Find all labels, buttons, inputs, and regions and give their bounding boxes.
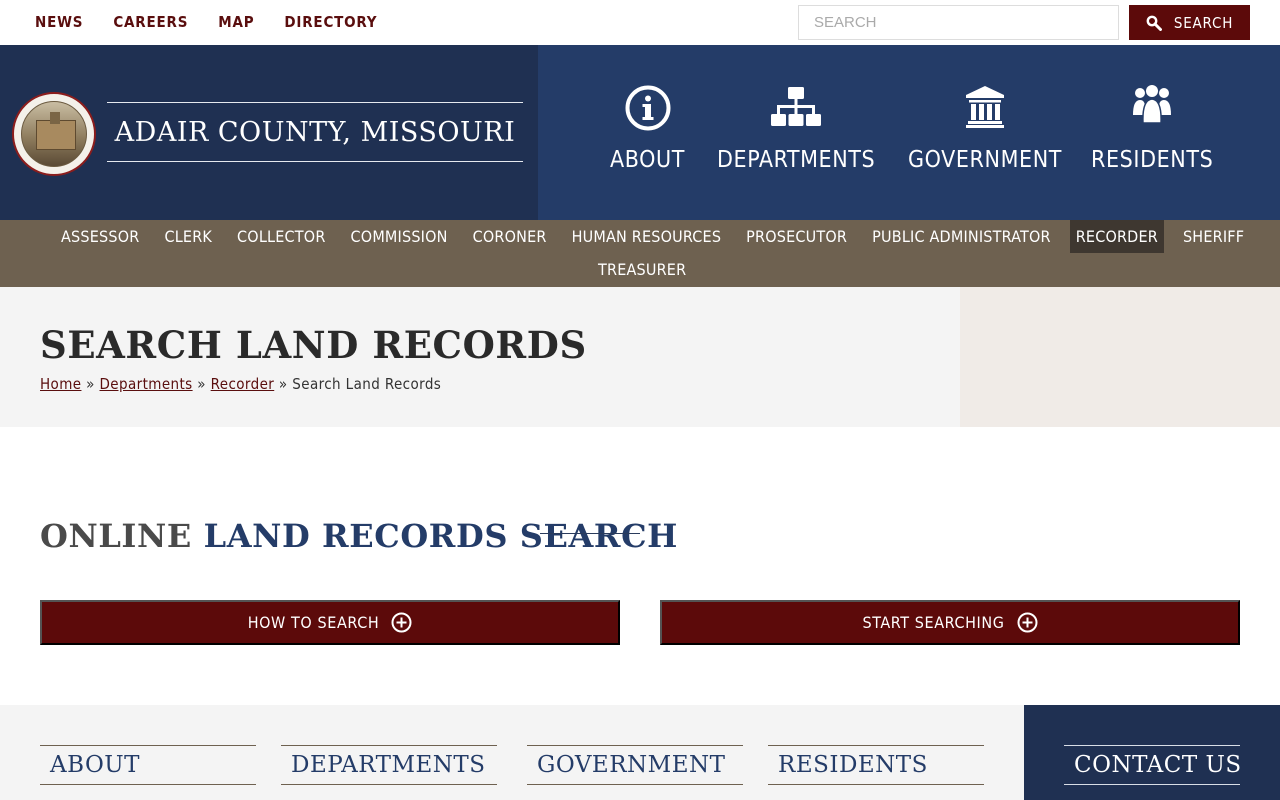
footer-residents-label: RESIDENTS xyxy=(778,752,928,778)
site-title[interactable]: ADAIR COUNTY, MISSOURI xyxy=(115,117,516,148)
map-link[interactable]: MAP xyxy=(218,13,254,31)
breadcrumb-departments[interactable]: Departments xyxy=(100,375,193,393)
breadcrumb-separator: » xyxy=(278,375,288,393)
utility-links: NEWS CAREERS MAP DIRECTORY xyxy=(35,13,377,31)
search-button[interactable]: SEARCH xyxy=(1129,5,1250,40)
org-chart-icon xyxy=(770,85,822,137)
dept-treasurer[interactable]: TREASURER xyxy=(592,253,692,286)
dept-recorder[interactable]: RECORDER xyxy=(1069,220,1164,253)
people-icon xyxy=(1132,85,1172,137)
breadcrumb-current: Search Land Records xyxy=(292,375,442,393)
info-circle-icon xyxy=(625,85,671,137)
breadcrumb-recorder[interactable]: Recorder xyxy=(211,375,275,393)
news-link[interactable]: NEWS xyxy=(35,13,83,31)
dept-nav-row-1: ASSESSOR CLERK COLLECTOR COMMISSION CORO… xyxy=(55,220,1263,253)
dept-nav-row-2: TREASURER xyxy=(592,253,705,286)
footer-residents[interactable]: RESIDENTS xyxy=(768,745,984,785)
dept-human-resources[interactable]: HUMAN RESOURCES xyxy=(566,220,728,253)
seal-image xyxy=(21,101,87,167)
search-button-label: SEARCH xyxy=(1173,13,1234,32)
footer-about[interactable]: ABOUT xyxy=(40,745,256,785)
page-header-side-panel xyxy=(960,287,1280,427)
plus-circle-icon xyxy=(1017,612,1038,633)
how-to-search-accordion[interactable]: HOW TO SEARCH xyxy=(40,600,620,645)
footer-government-label: GOVERNMENT xyxy=(537,752,726,778)
breadcrumb-separator: » xyxy=(197,375,206,393)
dept-public-administrator[interactable]: PUBLIC ADMINISTRATOR xyxy=(866,220,1057,253)
nav-about[interactable]: ABOUT xyxy=(610,85,685,173)
dept-commission[interactable]: COMMISSION xyxy=(345,220,454,253)
nav-residents-label: RESIDENTS xyxy=(1091,147,1214,173)
directory-link[interactable]: DIRECTORY xyxy=(284,13,377,31)
footer-departments[interactable]: DEPARTMENTS xyxy=(281,745,497,785)
footer-contact-us[interactable]: CONTACT US xyxy=(1064,745,1242,785)
search-input[interactable] xyxy=(798,5,1119,40)
section-title-part2: LAND RECORDS SEARCH xyxy=(203,517,679,555)
page-title: SEARCH LAND RECORDS xyxy=(40,323,587,367)
courthouse-icon xyxy=(965,85,1005,137)
start-searching-label: START SEARCHING xyxy=(862,613,1005,632)
site-title-frame: ADAIR COUNTY, MISSOURI xyxy=(107,102,523,162)
county-seal-logo[interactable] xyxy=(12,92,96,176)
breadcrumb: Home » Departments » Recorder » Search L… xyxy=(40,375,441,393)
dept-coroner[interactable]: CORONER xyxy=(467,220,553,253)
section-title-part1: ONLINE xyxy=(40,517,192,555)
nav-about-label: ABOUT xyxy=(610,147,686,173)
dept-sheriff[interactable]: SHERIFF xyxy=(1177,220,1250,253)
footer-departments-label: DEPARTMENTS xyxy=(291,752,486,778)
nav-government-label: GOVERNMENT xyxy=(908,147,1063,173)
careers-link[interactable]: CAREERS xyxy=(113,13,188,31)
footer-about-label: ABOUT xyxy=(50,752,141,778)
department-navigation: ASSESSOR CLERK COLLECTOR COMMISSION CORO… xyxy=(0,220,1280,287)
dept-prosecutor[interactable]: PROSECUTOR xyxy=(740,220,853,253)
footer-contact-label: CONTACT US xyxy=(1074,752,1242,778)
section-title: ONLINE LAND RECORDS SEARCH xyxy=(40,517,678,555)
search-icon xyxy=(1146,15,1162,31)
how-to-search-label: HOW TO SEARCH xyxy=(247,613,380,632)
dept-clerk[interactable]: CLERK xyxy=(158,220,218,253)
nav-departments[interactable]: DEPARTMENTS xyxy=(717,85,875,173)
footer-government[interactable]: GOVERNMENT xyxy=(527,745,743,785)
dept-collector[interactable]: COLLECTOR xyxy=(231,220,331,253)
plus-circle-icon xyxy=(391,612,412,633)
dept-assessor[interactable]: ASSESSOR xyxy=(55,220,145,253)
nav-government[interactable]: GOVERNMENT xyxy=(908,85,1062,173)
nav-departments-label: DEPARTMENTS xyxy=(717,147,876,173)
main-navigation: ABOUT DEPARTMENTS GOVERNMENT RESIDENTS xyxy=(538,45,1280,220)
start-searching-accordion[interactable]: START SEARCHING xyxy=(660,600,1240,645)
nav-residents[interactable]: RESIDENTS xyxy=(1091,85,1213,173)
breadcrumb-home[interactable]: Home xyxy=(40,375,81,393)
breadcrumb-separator: » xyxy=(86,375,95,393)
section-title-divider xyxy=(540,533,640,534)
utility-bar: NEWS CAREERS MAP DIRECTORY SEARCH xyxy=(0,0,1280,45)
